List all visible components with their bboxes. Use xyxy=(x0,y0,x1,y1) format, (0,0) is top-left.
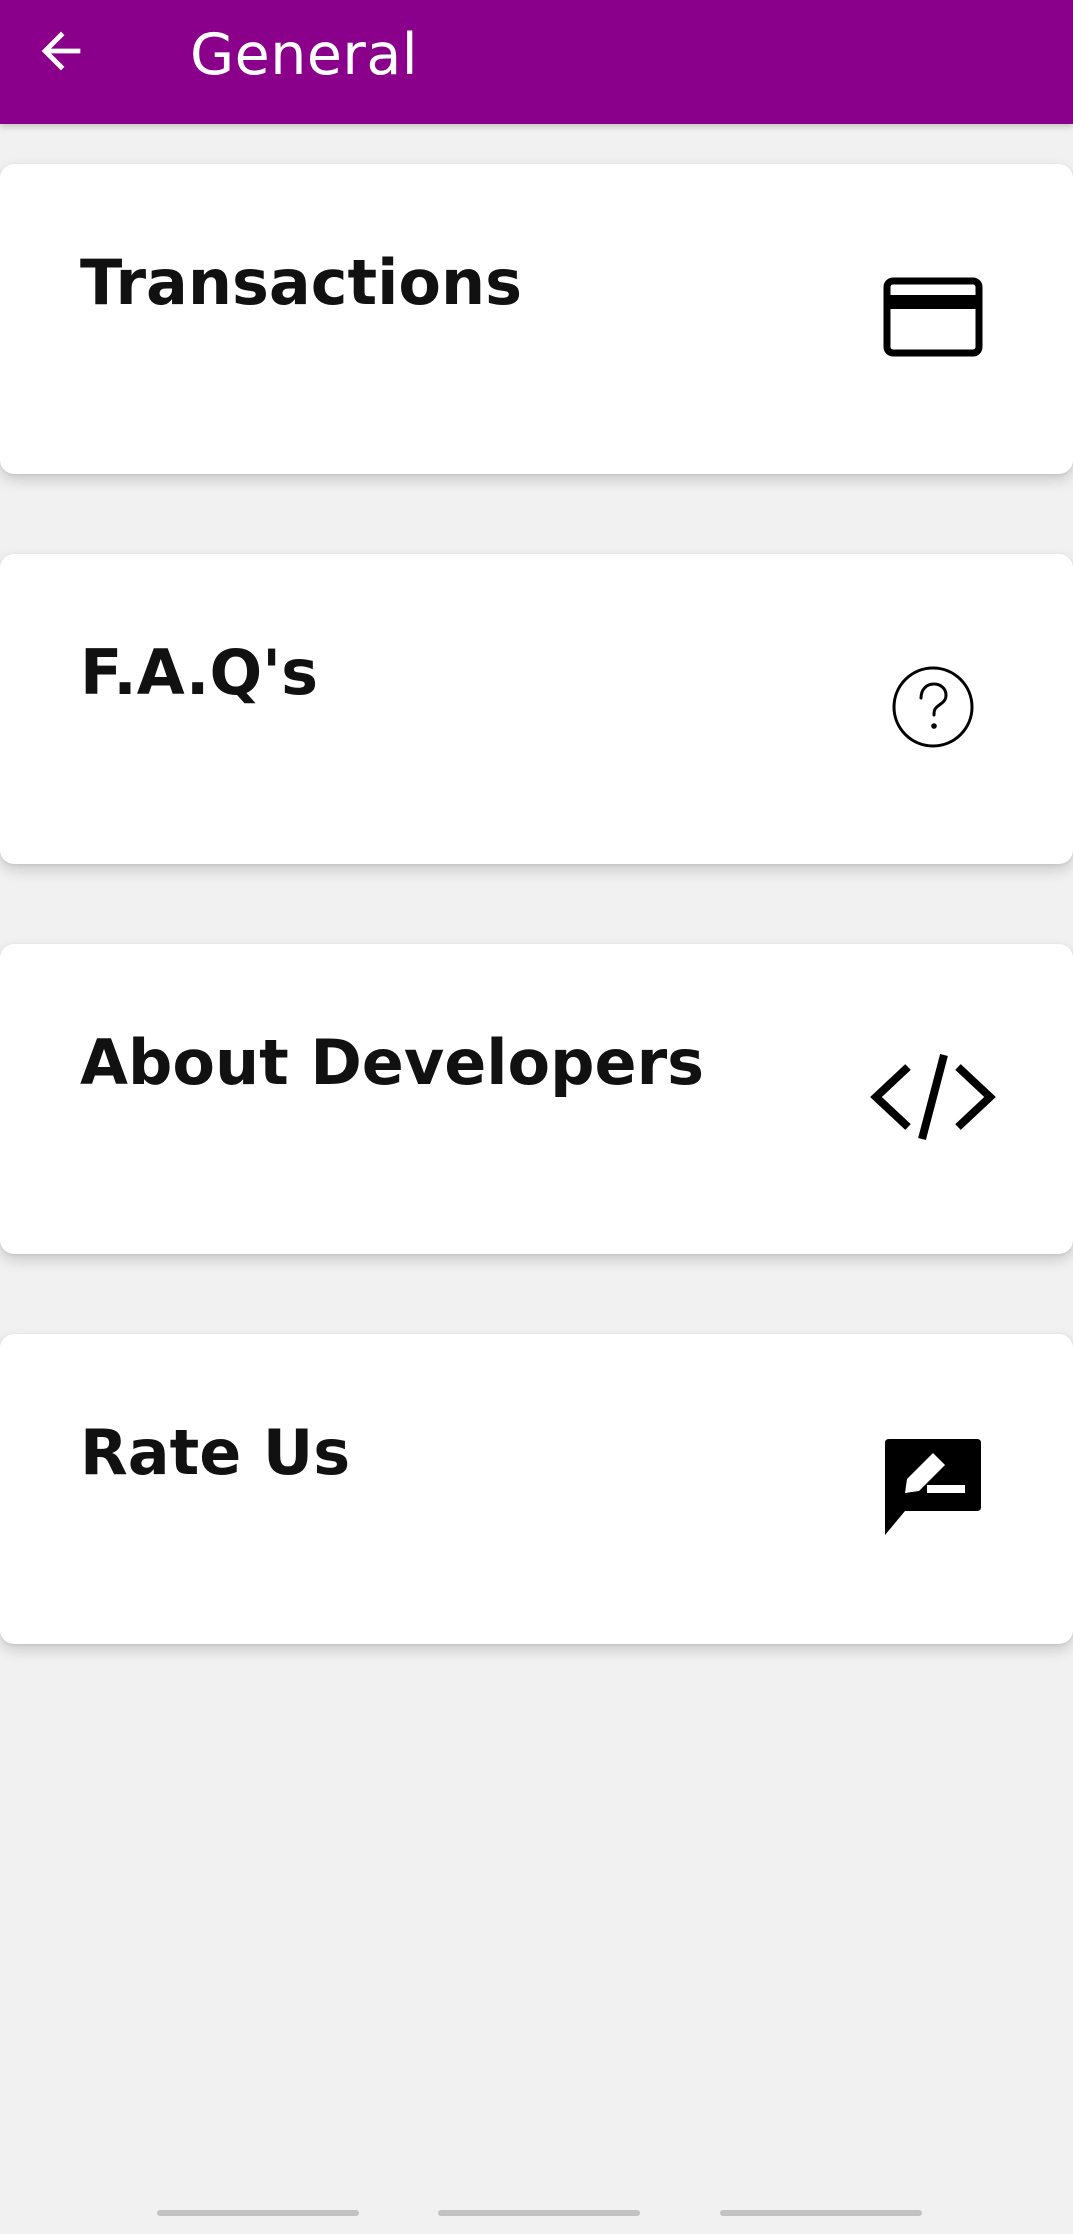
menu-item-label: F.A.Q's xyxy=(80,636,319,709)
credit-card-icon xyxy=(868,259,998,374)
help-circle-icon xyxy=(868,649,998,764)
menu-item-label: About Developers xyxy=(80,1026,705,1099)
nav-indicator-right xyxy=(720,2210,922,2216)
menu-item-label: Transactions xyxy=(80,246,523,319)
page-title: General xyxy=(190,22,419,88)
app-bar: General xyxy=(0,0,1073,124)
nav-indicator-center xyxy=(438,2210,640,2216)
rate-review-icon xyxy=(868,1429,998,1544)
menu-item-rate-us[interactable]: Rate Us xyxy=(0,1334,1073,1644)
menu-item-label: Rate Us xyxy=(80,1416,351,1489)
menu-item-transactions[interactable]: Transactions xyxy=(0,164,1073,474)
code-icon xyxy=(868,1039,998,1154)
back-button[interactable] xyxy=(26,18,96,88)
menu-item-about-developers[interactable]: About Developers xyxy=(0,944,1073,1254)
menu-item-faqs[interactable]: F.A.Q's xyxy=(0,554,1073,864)
arrow-left-icon xyxy=(32,22,90,84)
nav-indicator-left xyxy=(157,2210,359,2216)
